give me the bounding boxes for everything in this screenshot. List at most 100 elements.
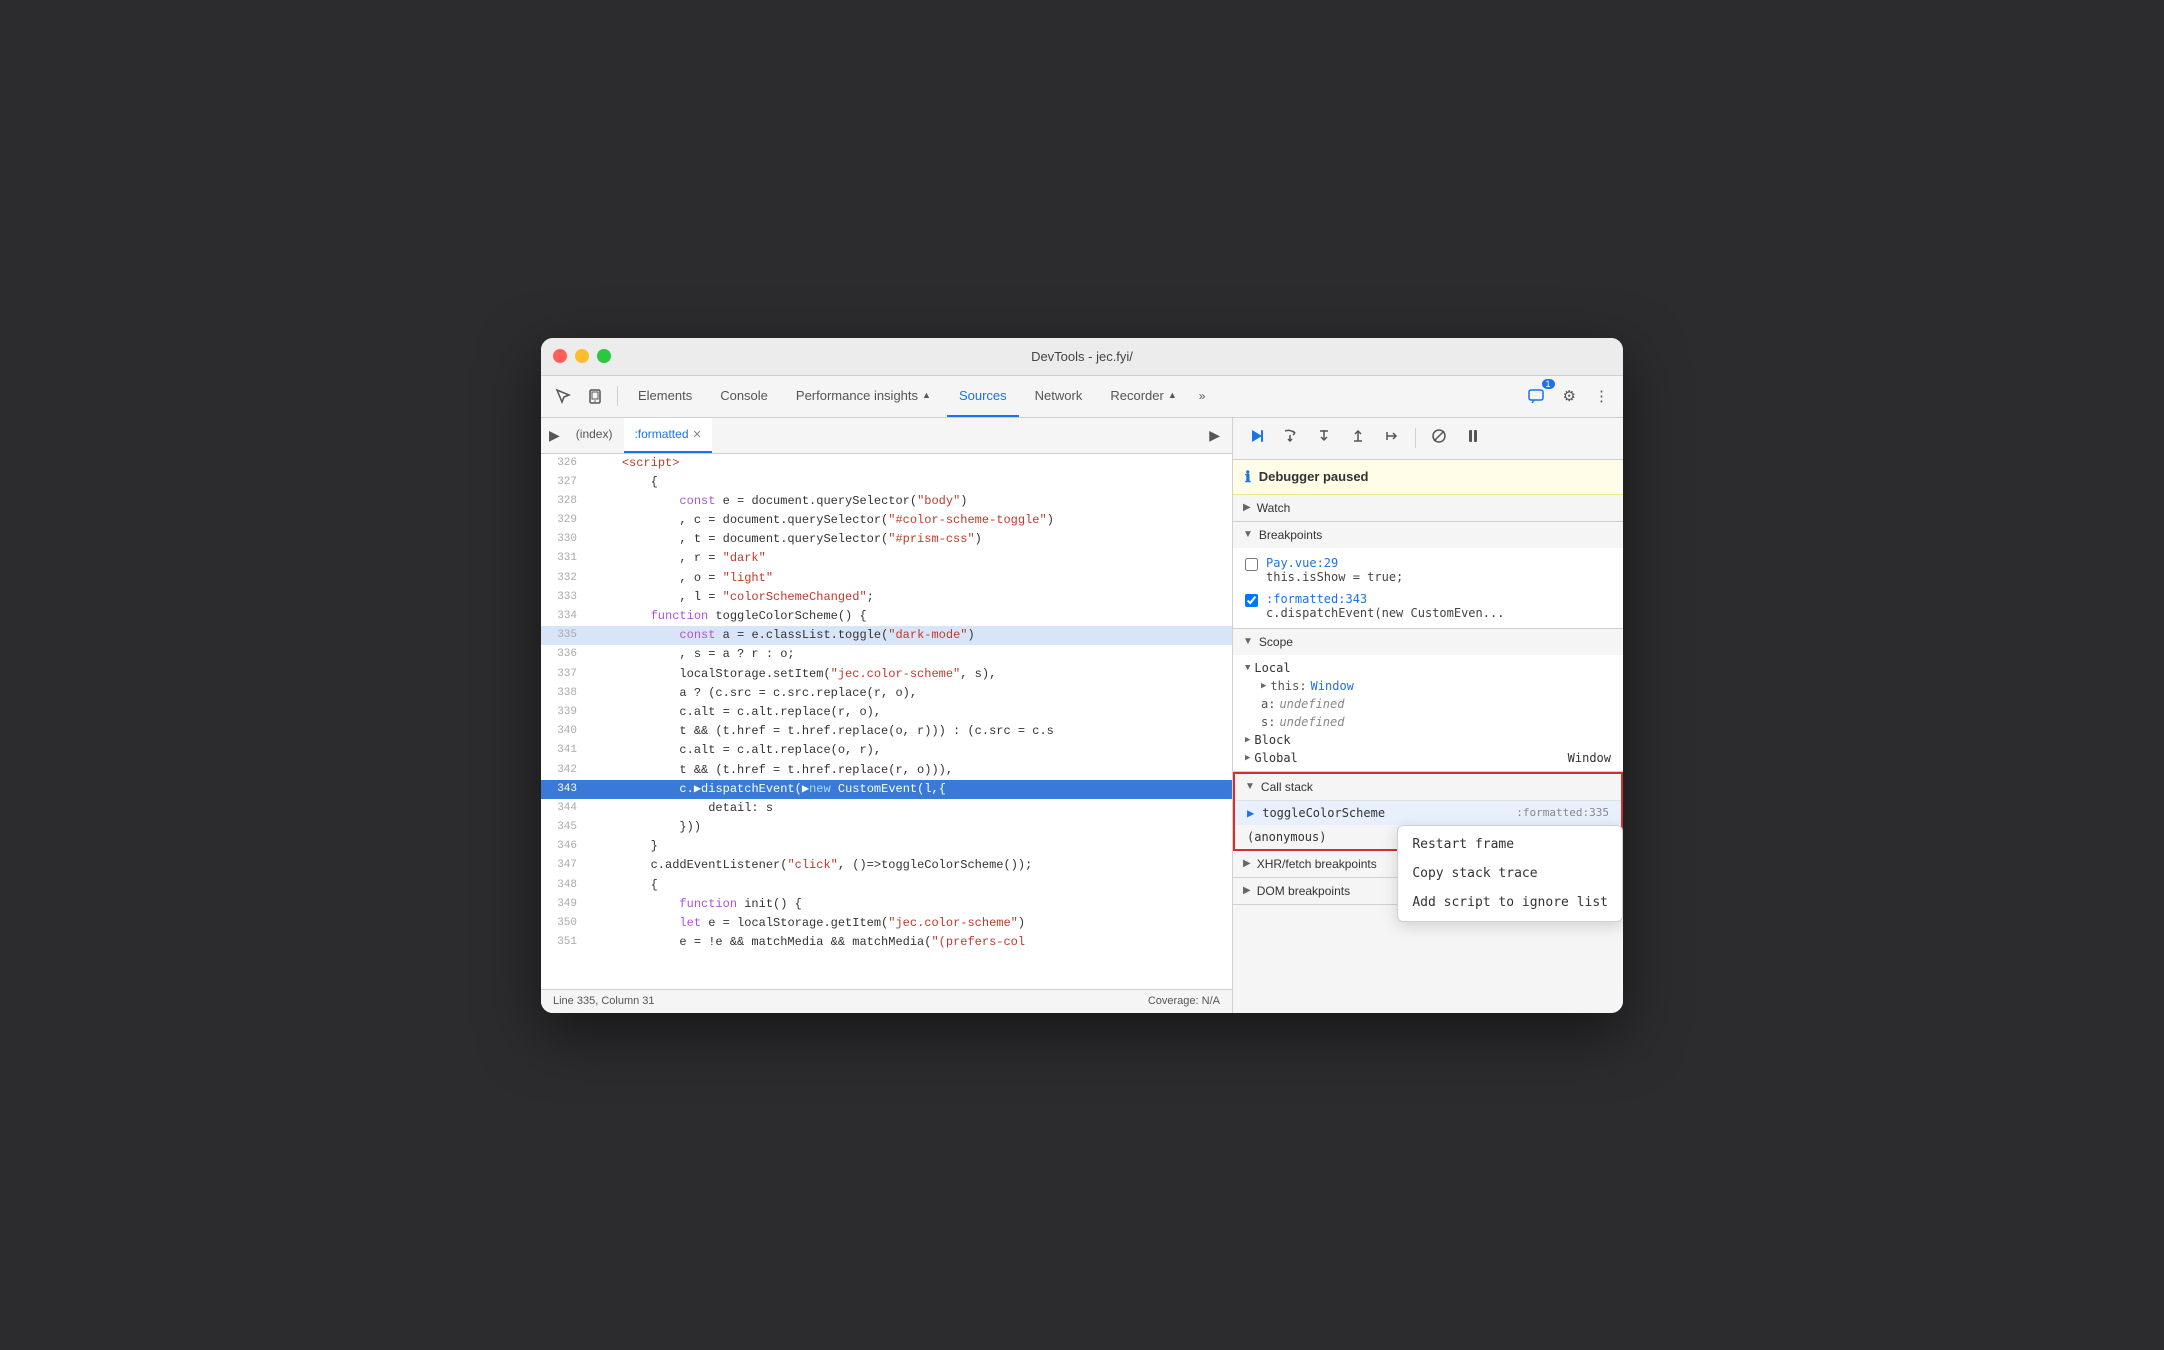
code-line-347: 347 c.addEventListener("click", ()=>togg… [541,856,1232,875]
info-icon: ℹ [1245,468,1251,486]
step-out-button[interactable] [1343,423,1373,454]
code-line-350: 350 let e = localStorage.getItem("jec.co… [541,914,1232,933]
call-stack-arrow-icon: ▼ [1245,781,1255,792]
dom-arrow-icon: ▶ [1243,885,1251,896]
editor-tabs: ▶ (index) :formatted ✕ ▶ [541,418,1232,454]
code-line-334: 334 function toggleColorScheme() { [541,607,1232,626]
call-stack-item-2[interactable]: (anonymous) Restart frame Copy stack tra… [1235,825,1621,849]
context-menu-restart-frame[interactable]: Restart frame [1398,830,1622,859]
call-stack-section: ▼ Call stack ▶ toggleColorScheme :format… [1233,772,1623,851]
code-line-346: 346 } [541,837,1232,856]
tab-formatted[interactable]: :formatted ✕ [624,418,711,454]
code-line-328: 328 const e = document.querySelector("bo… [541,492,1232,511]
editor-more-button[interactable]: ▶ [1201,423,1228,448]
breakpoint-location-1: Pay.vue:29 [1266,556,1403,570]
code-line-331: 331 , r = "dark" [541,549,1232,568]
watch-section: ▶ Watch [1233,495,1623,522]
context-menu: Restart frame Copy stack trace Add scrip… [1397,825,1623,922]
right-panel-scroll[interactable]: ℹ Debugger paused ▶ Watch ▼ Breakpoints [1233,460,1623,1013]
code-editor[interactable]: 326 <script> 327 { 328 const e = documen… [541,454,1232,989]
pause-exceptions-button[interactable] [1458,423,1488,454]
cursor-position: Line 335, Column 31 [553,995,655,1007]
tab-recorder[interactable]: Recorder ▲ [1098,375,1188,417]
resume-button[interactable] [1241,423,1271,454]
code-line-348: 348 { [541,876,1232,895]
main-content: ▶ (index) :formatted ✕ ▶ 326 <script> [541,418,1623,1013]
code-line-339: 339 c.alt = c.alt.replace(r, o), [541,703,1232,722]
watch-arrow-icon: ▶ [1243,502,1251,513]
step-over-button[interactable] [1275,423,1305,454]
minimize-button[interactable] [575,349,589,363]
breakpoint-code-1: this.isShow = true; [1266,570,1403,584]
titlebar: DevTools - jec.fyi/ [541,338,1623,376]
tab-performance[interactable]: Performance insights ▲ [784,375,943,417]
code-line-327: 327 { [541,473,1232,492]
scope-global-header[interactable]: ▶ Global Window [1233,749,1623,767]
scope-this: ▶ this: Window [1233,677,1623,695]
context-menu-add-to-ignore[interactable]: Add script to ignore list [1398,888,1622,917]
watch-section-header[interactable]: ▶ Watch [1233,495,1623,521]
breakpoint-checkbox-1[interactable] [1245,558,1258,571]
breakpoint-item-1: Pay.vue:29 this.isShow = true; [1233,552,1623,588]
scope-section: ▼ Scope ▼ Local ▶ this: Window [1233,629,1623,772]
window-title: DevTools - jec.fyi/ [1031,349,1133,364]
tab-console[interactable]: Console [708,375,780,417]
inspect-element-icon[interactable] [549,384,577,408]
scope-block-header[interactable]: ▶ Block [1233,731,1623,749]
breakpoints-arrow-icon: ▼ [1243,529,1253,540]
call-stack-header[interactable]: ▼ Call stack [1235,774,1621,801]
scope-a: a: undefined [1233,695,1623,713]
step-into-button[interactable] [1309,423,1339,454]
close-tab-formatted-icon[interactable]: ✕ [693,428,702,441]
scope-content: ▼ Local ▶ this: Window a: undefined [1233,655,1623,771]
code-line-351: 351 e = !e && matchMedia && matchMedia("… [541,933,1232,952]
current-frame-icon: ▶ [1247,806,1254,820]
code-line-349: 349 function init() { [541,895,1232,914]
code-line-337: 337 localStorage.setItem("jec.color-sche… [541,665,1232,684]
toolbar-separator-1 [617,386,618,406]
debugger-toolbar [1233,418,1623,460]
tab-elements[interactable]: Elements [626,375,704,417]
code-line-326: 326 <script> [541,454,1232,473]
code-line-338: 338 a ? (c.src = c.src.replace(r, o), [541,684,1232,703]
call-stack-item-1[interactable]: ▶ toggleColorScheme :formatted:335 [1235,801,1621,825]
code-line-345: 345 })) [541,818,1232,837]
step-button[interactable] [1377,423,1407,454]
close-button[interactable] [553,349,567,363]
code-line-340: 340 t && (t.href = t.href.replace(o, r))… [541,722,1232,741]
code-line-333: 333 , l = "colorSchemeChanged"; [541,588,1232,607]
scope-section-header[interactable]: ▼ Scope [1233,629,1623,655]
code-line-332: 332 , o = "light" [541,569,1232,588]
chat-badge: 1 [1542,379,1555,389]
device-mode-icon[interactable] [581,384,609,408]
code-line-330: 330 , t = document.querySelector("#prism… [541,530,1232,549]
tab-sources[interactable]: Sources [947,375,1019,417]
scope-s: s: undefined [1233,713,1623,731]
file-tree-toggle[interactable]: ▶ [545,423,564,448]
more-tabs-button[interactable]: » [1193,385,1212,407]
settings-button[interactable]: ⚙ [1557,383,1582,409]
breakpoint-code-2: c.dispatchEvent(new CustomEven... [1266,606,1504,620]
debugger-paused-banner: ℹ Debugger paused [1233,460,1623,495]
code-line-329: 329 , c = document.querySelector("#color… [541,511,1232,530]
scope-local-header[interactable]: ▼ Local [1233,659,1623,677]
code-line-343: 343 c.▶dispatchEvent(▶new CustomEvent(l,… [541,780,1232,799]
breakpoints-section-header[interactable]: ▼ Breakpoints [1233,522,1623,548]
this-arrow-icon: ▶ [1261,681,1266,691]
coverage-status: Coverage: N/A [1148,995,1220,1007]
breakpoint-checkbox-2[interactable] [1245,594,1258,607]
deactivate-breakpoints-button[interactable] [1424,423,1454,454]
tab-network[interactable]: Network [1023,375,1095,417]
breakpoint-location-2: :formatted:343 [1266,592,1504,606]
chat-button[interactable]: 1 [1521,383,1551,409]
maximize-button[interactable] [597,349,611,363]
toolbar-right: 1 ⚙ ⋮ [1521,383,1615,409]
code-line-335: 335 const a = e.classList.toggle("dark-m… [541,626,1232,645]
overflow-button[interactable]: ⋮ [1588,383,1615,409]
breakpoints-content: Pay.vue:29 this.isShow = true; :formatte… [1233,548,1623,628]
code-line-341: 341 c.alt = c.alt.replace(o, r), [541,741,1232,760]
statusbar: Line 335, Column 31 Coverage: N/A [541,989,1232,1013]
breakpoint-item-2: :formatted:343 c.dispatchEvent(new Custo… [1233,588,1623,624]
context-menu-copy-stack-trace[interactable]: Copy stack trace [1398,859,1622,888]
tab-index[interactable]: (index) [566,418,623,454]
